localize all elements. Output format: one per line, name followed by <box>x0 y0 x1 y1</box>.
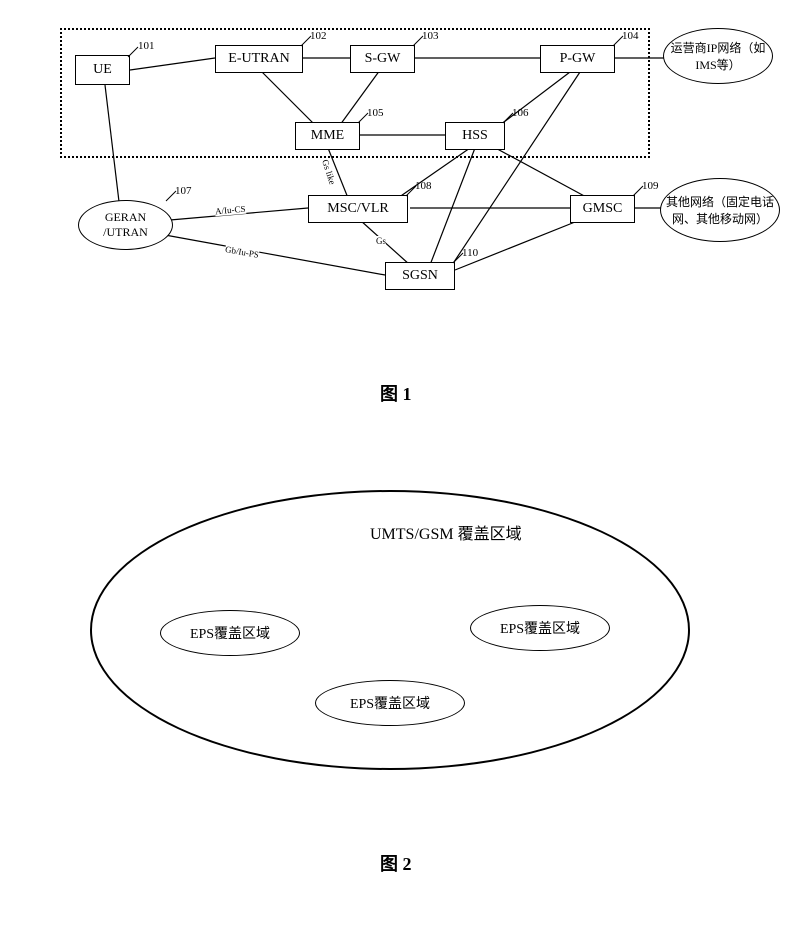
edge-label-gs: Gs <box>376 236 386 246</box>
figure1-caption: 图 1 <box>380 380 412 406</box>
node-pgw: P-GW <box>540 45 615 73</box>
label: EPS覆盖区域 <box>350 693 430 713</box>
node-sgsn: SGSN <box>385 262 455 290</box>
num-geran: 107 <box>175 185 192 197</box>
eps-coverage-1: EPS覆盖区域 <box>160 610 300 656</box>
label: MSC/VLR <box>327 201 388 217</box>
node-other-networks: 其他网络（固定电话网、其他移动网） <box>660 178 780 242</box>
num-sgw: 103 <box>422 30 439 42</box>
figure-2: UMTS/GSM 覆盖区域 EPS覆盖区域 EPS覆盖区域 EPS覆盖区域 <box>90 490 710 810</box>
label: UE <box>93 62 112 78</box>
label: SGSN <box>402 268 438 284</box>
node-ue: UE <box>75 55 130 85</box>
node-sgw: S-GW <box>350 45 415 73</box>
label: GMSC <box>583 201 623 217</box>
figure2-caption: 图 2 <box>380 850 412 876</box>
eps-coverage-2: EPS覆盖区域 <box>470 605 610 651</box>
label: MME <box>311 128 344 144</box>
num-mme: 105 <box>367 107 384 119</box>
figure-1: UE 101 E-UTRAN 102 S-GW 103 P-GW 104 MME… <box>60 10 740 340</box>
node-msc-vlr: MSC/VLR <box>308 195 408 223</box>
label: 运营商IP网络（如IMS等） <box>668 39 768 73</box>
num-eutran: 102 <box>310 30 327 42</box>
num-ue: 101 <box>138 40 155 52</box>
label: S-GW <box>365 51 401 67</box>
label: GERAN /UTRAN <box>103 210 148 240</box>
node-geran-utran: GERAN /UTRAN <box>78 200 173 250</box>
node-gmsc: GMSC <box>570 195 635 223</box>
label: EPS覆盖区域 <box>500 618 580 638</box>
label: HSS <box>462 128 488 144</box>
label: P-GW <box>560 51 596 67</box>
eps-coverage-3: EPS覆盖区域 <box>315 680 465 726</box>
num-gmsc: 109 <box>642 180 659 192</box>
umts-gsm-label: UMTS/GSM 覆盖区域 <box>370 520 522 544</box>
node-hss: HSS <box>445 122 505 150</box>
label: EPS覆盖区域 <box>190 623 270 643</box>
node-operator-ip-network: 运营商IP网络（如IMS等） <box>663 28 773 84</box>
num-sgsn: 110 <box>462 247 478 259</box>
label: E-UTRAN <box>228 51 289 67</box>
node-eutran: E-UTRAN <box>215 45 303 73</box>
num-mscvlr: 108 <box>415 180 432 192</box>
num-pgw: 104 <box>622 30 639 42</box>
label: 其他网络（固定电话网、其他移动网） <box>665 193 775 227</box>
num-hss: 106 <box>512 107 529 119</box>
node-mme: MME <box>295 122 360 150</box>
